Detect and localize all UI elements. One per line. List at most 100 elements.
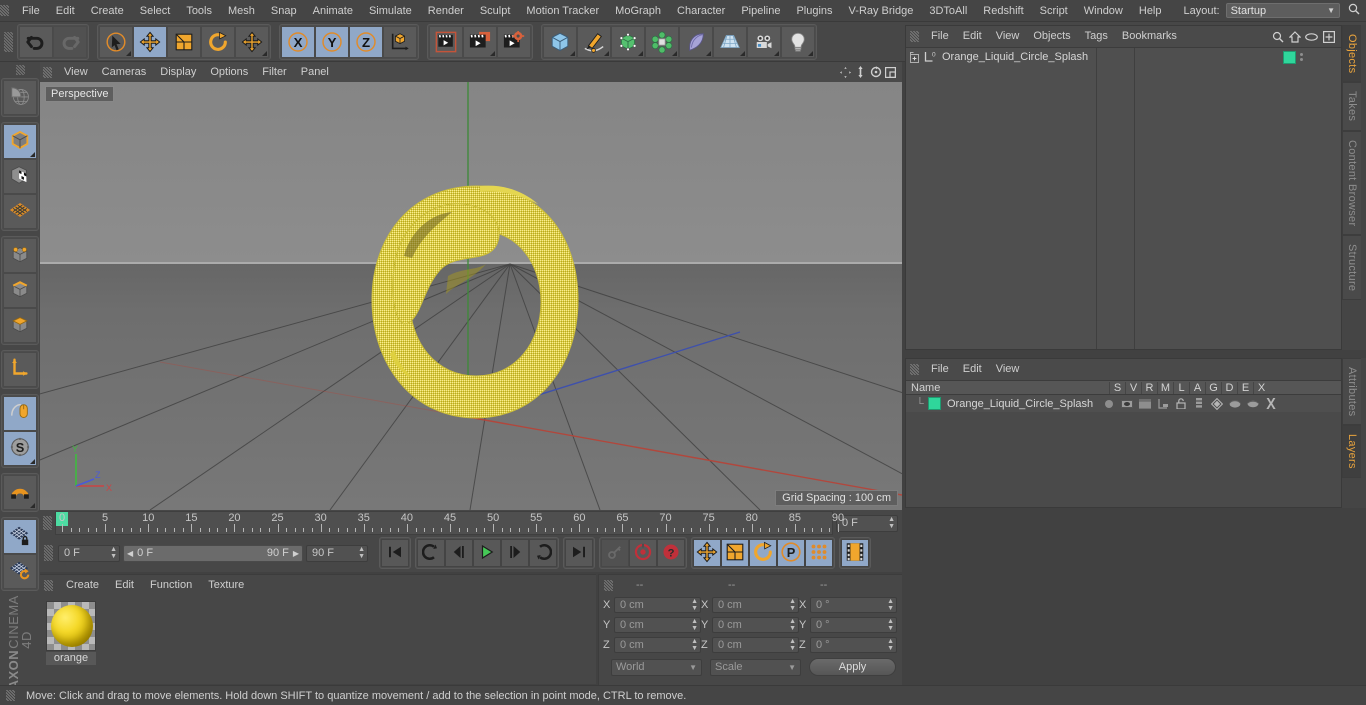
layer-column-m[interactable]: M bbox=[1157, 381, 1173, 394]
lock-workplane-button[interactable] bbox=[3, 519, 37, 554]
go-to-previous-key-button[interactable] bbox=[417, 539, 445, 567]
layer-row[interactable]: └ Orange_Liquid_Circle_Splash bbox=[906, 395, 1341, 412]
move-view-icon[interactable] bbox=[838, 64, 853, 80]
viewport-3d[interactable]: Perspective Y X Z Grid Spacing : 100 cm bbox=[40, 82, 902, 510]
viewport-menu-view[interactable]: View bbox=[57, 62, 95, 82]
size-mode-dropdown[interactable]: Scale ▼ bbox=[710, 658, 802, 676]
viewport-menu-panel[interactable]: Panel bbox=[294, 62, 336, 82]
timeline-controls-grip[interactable] bbox=[44, 545, 53, 561]
menu-file[interactable]: File bbox=[14, 0, 48, 22]
dock-tab-objects[interactable]: Objects bbox=[1342, 25, 1361, 83]
spinner-icon[interactable]: ▲ ▼ bbox=[789, 638, 796, 652]
object-row[interactable]: 0 Orange_Liquid_Circle_Splash bbox=[906, 48, 1341, 66]
plus-box-icon[interactable] bbox=[1320, 28, 1337, 45]
search-icon[interactable] bbox=[1269, 28, 1286, 45]
rotation-y-field[interactable]: 0 ° ▲ ▼ bbox=[810, 617, 897, 633]
rotation-key-button[interactable] bbox=[749, 539, 777, 567]
lock-x-axis-button[interactable]: X bbox=[281, 25, 315, 58]
edges-mode-button[interactable] bbox=[3, 273, 37, 308]
menu-character[interactable]: Character bbox=[669, 0, 733, 22]
points-mode-button[interactable] bbox=[3, 238, 37, 273]
solo-dot-icon[interactable] bbox=[1101, 397, 1117, 411]
object-menu-edit[interactable]: Edit bbox=[956, 26, 989, 47]
submenu-corner-icon[interactable] bbox=[706, 50, 711, 56]
render-view-button[interactable] bbox=[429, 25, 463, 58]
submenu-corner-icon[interactable] bbox=[672, 50, 677, 56]
material-menu-create[interactable]: Create bbox=[58, 575, 107, 595]
render-settings-button[interactable] bbox=[497, 25, 531, 58]
layer-column-x[interactable]: X bbox=[1253, 381, 1269, 394]
status-bar-grip[interactable] bbox=[6, 690, 15, 701]
deformer-icon[interactable] bbox=[1227, 397, 1243, 411]
scale-tool[interactable] bbox=[167, 25, 201, 58]
eye-icon[interactable] bbox=[1303, 28, 1320, 45]
menu-motion-tracker[interactable]: Motion Tracker bbox=[518, 0, 607, 22]
visible-icon[interactable] bbox=[1119, 397, 1135, 411]
layer-column-s[interactable]: S bbox=[1109, 381, 1125, 394]
material-swatch[interactable]: orange bbox=[46, 601, 96, 665]
menu-snap[interactable]: Snap bbox=[263, 0, 305, 22]
position-z-field[interactable]: 0 cm ▲ ▼ bbox=[614, 637, 701, 653]
submenu-corner-icon[interactable] bbox=[30, 459, 35, 464]
submenu-corner-icon[interactable] bbox=[774, 50, 779, 56]
size-y-field[interactable]: 0 cm ▲ ▼ bbox=[712, 617, 799, 633]
magnet-tool-button[interactable] bbox=[3, 475, 37, 510]
submenu-corner-icon[interactable] bbox=[740, 50, 745, 56]
point-level-animation-button[interactable] bbox=[805, 539, 833, 567]
planar-workplane-button[interactable] bbox=[3, 554, 37, 589]
toolbar-grip[interactable] bbox=[4, 31, 13, 52]
menu-mograph[interactable]: MoGraph bbox=[607, 0, 669, 22]
layout-dropdown[interactable]: Startup ▼ bbox=[1225, 3, 1340, 18]
layer-column-d[interactable]: D bbox=[1221, 381, 1237, 394]
submenu-corner-icon[interactable] bbox=[262, 50, 267, 56]
timeline-view-button[interactable] bbox=[841, 539, 869, 567]
menu-mesh[interactable]: Mesh bbox=[220, 0, 263, 22]
pla-key-button[interactable]: P bbox=[777, 539, 805, 567]
render-to-picture-viewer-button[interactable] bbox=[463, 25, 497, 58]
object-menu-bookmarks[interactable]: Bookmarks bbox=[1115, 26, 1184, 47]
pan-view-icon[interactable] bbox=[853, 64, 868, 80]
object-menu-objects[interactable]: Objects bbox=[1026, 26, 1077, 47]
go-to-next-key-button[interactable] bbox=[529, 539, 557, 567]
object-axis-button[interactable] bbox=[3, 352, 37, 387]
soft-selection-button[interactable]: S bbox=[3, 431, 37, 466]
spinner-icon[interactable]: ▲ ▼ bbox=[691, 598, 698, 612]
timeline-grip[interactable] bbox=[43, 516, 52, 530]
menu-tools[interactable]: Tools bbox=[178, 0, 220, 22]
frame-field[interactable]: 0 F ▲ ▼ bbox=[58, 544, 120, 562]
submenu-corner-icon[interactable] bbox=[30, 503, 35, 508]
spinner-icon[interactable]: ▲ ▼ bbox=[110, 546, 117, 560]
add-environment-button[interactable] bbox=[713, 25, 747, 58]
layer-color-swatch[interactable] bbox=[928, 397, 941, 410]
object-menu-view[interactable]: View bbox=[989, 26, 1027, 47]
menu-window[interactable]: Window bbox=[1076, 0, 1131, 22]
menu-select[interactable]: Select bbox=[132, 0, 179, 22]
submenu-corner-icon[interactable] bbox=[638, 50, 643, 56]
left-toolbar-grip[interactable] bbox=[15, 65, 25, 75]
spinner-icon[interactable]: ▲ ▼ bbox=[789, 618, 796, 632]
lock-y-axis-button[interactable]: Y bbox=[315, 25, 349, 58]
add-deformer-button[interactable] bbox=[679, 25, 713, 58]
spinner-icon[interactable]: ▲ ▼ bbox=[789, 598, 796, 612]
viewport-menu-cameras[interactable]: Cameras bbox=[95, 62, 154, 82]
menu-render[interactable]: Render bbox=[420, 0, 472, 22]
menu-pipeline[interactable]: Pipeline bbox=[733, 0, 788, 22]
menu-redshift[interactable]: Redshift bbox=[975, 0, 1031, 22]
add-nurbs-button[interactable] bbox=[611, 25, 645, 58]
viewport-menu-display[interactable]: Display bbox=[153, 62, 203, 82]
rotation-x-field[interactable]: 0 ° ▲ ▼ bbox=[810, 597, 897, 613]
spinner-icon[interactable]: ▲ ▼ bbox=[887, 598, 894, 612]
polygons-mode-button[interactable] bbox=[3, 308, 37, 343]
maximize-view-icon[interactable] bbox=[883, 64, 898, 80]
preview-end-field[interactable]: 90 F ▲ ▼ bbox=[306, 544, 368, 562]
material-grip[interactable] bbox=[44, 579, 53, 591]
spinner-icon[interactable]: ▲ ▼ bbox=[887, 638, 894, 652]
add-light-button[interactable] bbox=[781, 25, 815, 58]
dock-tab-content-browser[interactable]: Content Browser bbox=[1342, 130, 1361, 236]
menu-3dtoall[interactable]: 3DToAll bbox=[921, 0, 975, 22]
autokeying-button[interactable] bbox=[629, 539, 657, 567]
menu-sculpt[interactable]: Sculpt bbox=[472, 0, 519, 22]
texture-mode-button[interactable] bbox=[3, 159, 37, 194]
object-tree[interactable]: 0 Orange_Liquid_Circle_Splash bbox=[906, 47, 1341, 349]
undo-view-button[interactable] bbox=[3, 80, 37, 115]
